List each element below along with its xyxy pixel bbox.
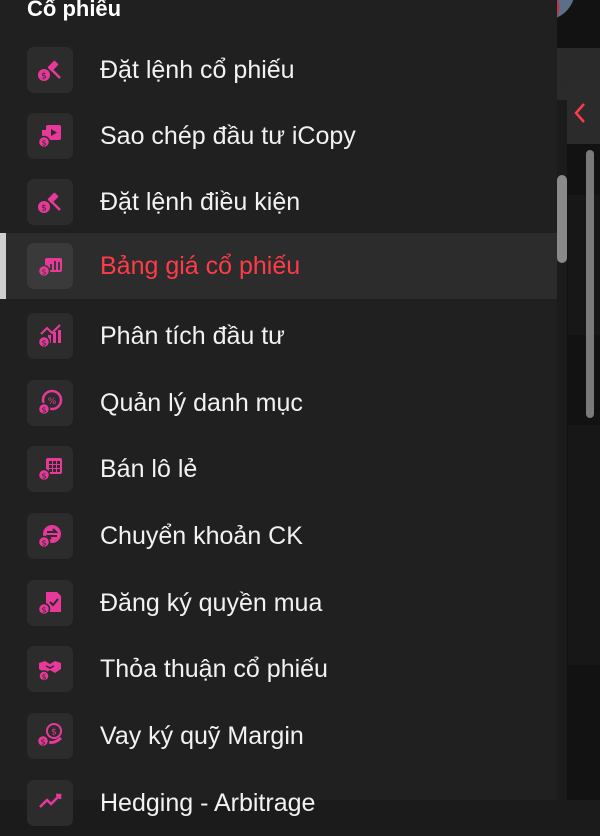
svg-text:$: $: [41, 472, 46, 481]
portfolio-icon: % $: [27, 380, 73, 426]
background-block: [568, 425, 600, 665]
menu-item-chuyen-khoan-ck[interactable]: $ Chuyển khoản CK: [0, 503, 557, 569]
background-block: [568, 195, 600, 335]
menu-item-hedging-arbitrage[interactable]: Hedging - Arbitrage: [0, 770, 557, 836]
menu-item-label: Hedging - Arbitrage: [100, 789, 316, 817]
menu-item-ban-lo-le[interactable]: $ Bán lô lẻ: [0, 436, 557, 502]
price-board-icon: $: [27, 243, 73, 289]
gavel-icon: $: [27, 47, 73, 93]
svg-text:$: $: [41, 673, 46, 682]
svg-text:$: $: [41, 268, 46, 277]
copy-play-icon: $: [27, 113, 73, 159]
menu-item-vay-ky-quy-margin[interactable]: $ $ Vay ký quỹ Margin: [0, 703, 557, 769]
menu-item-label: Chuyển khoản CK: [100, 522, 303, 550]
chevron-left-icon: [574, 103, 585, 123]
menu-item-quan-ly-danh-muc[interactable]: % $ Quản lý danh mục: [0, 370, 557, 436]
transfer-icon: $: [27, 513, 73, 559]
svg-text:$: $: [41, 139, 46, 148]
analysis-chart-icon: $: [27, 313, 73, 359]
menu-item-sao-chep-dau-tu[interactable]: $ Sao chép đầu tư iCopy: [0, 103, 557, 169]
menu-item-phan-tich-dau-tu[interactable]: $ Phân tích đầu tư: [0, 303, 557, 369]
menu-item-dang-ky-quyen-mua[interactable]: $ Đăng ký quyền mua: [0, 570, 557, 636]
svg-text:$: $: [40, 738, 45, 747]
svg-text:$: $: [51, 728, 57, 738]
navigation-drawer: Cổ phiếu $ Đặt lệnh cổ phiếu $ Sao chép …: [0, 0, 557, 826]
background-scrollbar[interactable]: [586, 150, 594, 418]
margin-coins-icon: $ $: [27, 713, 73, 759]
gavel-icon: $: [27, 179, 73, 225]
grid-icon: $: [27, 446, 73, 492]
menu-item-label: Thỏa thuận cổ phiếu: [100, 655, 328, 683]
menu-item-thoa-thuan-co-phieu[interactable]: $ Thỏa thuận cổ phiếu: [0, 636, 557, 702]
handshake-icon: $: [27, 646, 73, 692]
menu-item-label: Bảng giá cổ phiếu: [100, 252, 301, 280]
svg-text:$: $: [41, 339, 46, 348]
drawer-scrollbar-thumb[interactable]: [557, 175, 567, 263]
menu-item-label: Đặt lệnh điều kiện: [100, 188, 301, 216]
svg-text:$: $: [41, 539, 46, 548]
menu-item-label: Vay ký quỹ Margin: [100, 722, 304, 750]
menu-item-dat-lenh-co-phieu[interactable]: $ Đặt lệnh cổ phiếu: [0, 37, 557, 103]
svg-text:$: $: [41, 72, 47, 82]
menu-item-label: Bán lô lẻ: [100, 455, 198, 483]
hedging-icon: [27, 780, 73, 826]
section-title: Cổ phiếu: [27, 0, 122, 21]
menu-item-dat-lenh-dieu-kien[interactable]: $ Đặt lệnh điều kiện: [0, 169, 557, 235]
register-document-icon: $: [27, 580, 73, 626]
menu-item-label: Phân tích đầu tư: [100, 322, 285, 350]
svg-text:$: $: [41, 406, 46, 415]
menu-item-bang-gia-co-phieu[interactable]: $ Bảng giá cổ phiếu: [0, 233, 557, 299]
svg-text:$: $: [41, 204, 47, 214]
menu-item-label: Sao chép đầu tư iCopy: [100, 122, 356, 150]
menu-item-label: Đăng ký quyền mua: [100, 589, 323, 617]
svg-text:$: $: [41, 606, 46, 615]
menu-item-label: Đặt lệnh cổ phiếu: [100, 56, 295, 84]
menu-item-label: Quản lý danh mục: [100, 389, 303, 417]
